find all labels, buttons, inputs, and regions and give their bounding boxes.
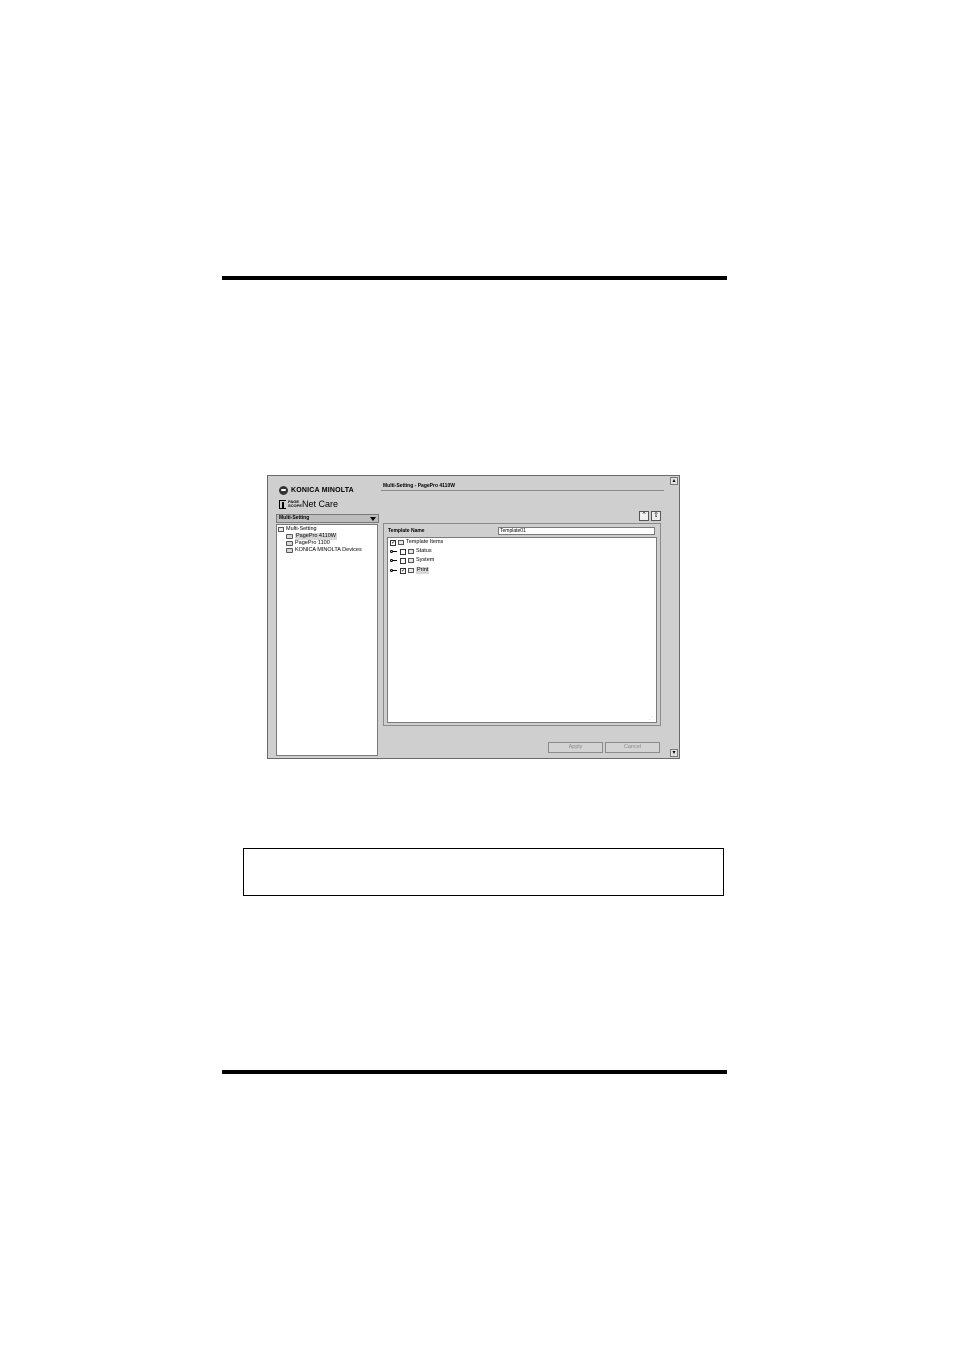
row-label: Status (416, 548, 432, 554)
resize-grip-icon: ⋰ (649, 715, 653, 720)
product-name: Net Care (302, 499, 339, 509)
row-label: Print (416, 567, 430, 574)
printer-icon (286, 548, 293, 553)
template-name-label: Template Name (388, 528, 425, 534)
up-arrow-icon[interactable]: ⇧ (651, 511, 661, 521)
konica-minolta-logo-icon (279, 485, 288, 495)
folder-icon (408, 568, 414, 573)
tree-item-multi-setting[interactable]: Multi-Setting (278, 526, 317, 533)
expand-toggle-icon[interactable] (390, 558, 397, 563)
row-label: System (416, 557, 435, 563)
panel-header: Multi-Setting - PagePro 4110W (381, 482, 664, 491)
top-rule (222, 276, 727, 280)
right-panel: Multi-Setting - PagePro 4110W ⌃ ⇧ Templa… (381, 482, 664, 753)
dropdown-arrow-icon[interactable] (370, 517, 376, 521)
netcare-window: ▴ ▾ KONICA MINOLTA PAGE SCOPE Net Care M… (267, 475, 680, 759)
template-items-tree: ✓ Template Items Status System ✓ Print ⋰ (387, 537, 657, 723)
tree-row-template-items[interactable]: ✓ Template Items (390, 539, 443, 546)
tree-row-status[interactable]: Status (390, 548, 432, 555)
printer-icon (286, 541, 293, 546)
product-logo: PAGE SCOPE Net Care (279, 498, 338, 510)
brand-logo: KONICA MINOLTA (279, 484, 354, 496)
left-panel: KONICA MINOLTA PAGE SCOPE Net Care Multi… (276, 482, 379, 756)
apply-button[interactable]: Apply (548, 742, 603, 753)
folder-icon (408, 558, 414, 563)
folder-icon (408, 549, 414, 554)
template-items-checkbox[interactable]: ✓ (390, 539, 396, 546)
tree-row-system[interactable]: System (390, 557, 434, 564)
tree-item-label: Multi-Setting (286, 526, 317, 532)
folder-icon (278, 527, 284, 532)
tree-item-label: PagePro 1100 (295, 540, 330, 546)
print-checkbox[interactable]: ✓ (400, 567, 406, 574)
section-title: Multi-Setting (279, 515, 310, 521)
scroll-down-arrow[interactable]: ▾ (670, 749, 678, 757)
system-checkbox[interactable] (400, 557, 406, 564)
expand-toggle-icon[interactable] (390, 568, 397, 573)
brand-name: KONICA MINOLTA (291, 486, 354, 494)
double-up-icon[interactable]: ⌃ (639, 511, 649, 521)
product-small-text: PAGE SCOPE (288, 499, 303, 508)
tree-item-label: KONICA MINOLTA Devices (295, 547, 362, 553)
folder-icon (398, 540, 404, 545)
printer-icon (286, 534, 293, 539)
template-group: Template Name Template01 ✓ Template Item… (383, 523, 661, 726)
expand-toggle-icon[interactable] (390, 549, 397, 554)
tree-row-print[interactable]: ✓ Print (390, 567, 430, 574)
pagescope-logo-icon (279, 499, 286, 509)
bottom-rule (222, 1070, 727, 1074)
scroll-up-arrow[interactable]: ▴ (670, 477, 678, 485)
multi-setting-section-header[interactable]: Multi-Setting (276, 514, 379, 523)
cancel-button[interactable]: Cancel (605, 742, 660, 753)
tree-item-konica-minolta-devices[interactable]: KONICA MINOLTA Devices (286, 547, 362, 554)
tree-item-pagepro-1100[interactable]: PagePro 1100 (286, 540, 330, 547)
device-tree: Multi-Setting PagePro 4110W PagePro 1100… (276, 524, 378, 756)
template-name-input[interactable]: Template01 (498, 527, 655, 535)
tree-item-label: PagePro 4110W (295, 533, 337, 540)
note-box (243, 848, 724, 896)
status-checkbox[interactable] (400, 548, 406, 555)
tree-item-pagepro-4110w[interactable]: PagePro 4110W (286, 533, 337, 540)
row-label: Template Items (406, 539, 444, 545)
